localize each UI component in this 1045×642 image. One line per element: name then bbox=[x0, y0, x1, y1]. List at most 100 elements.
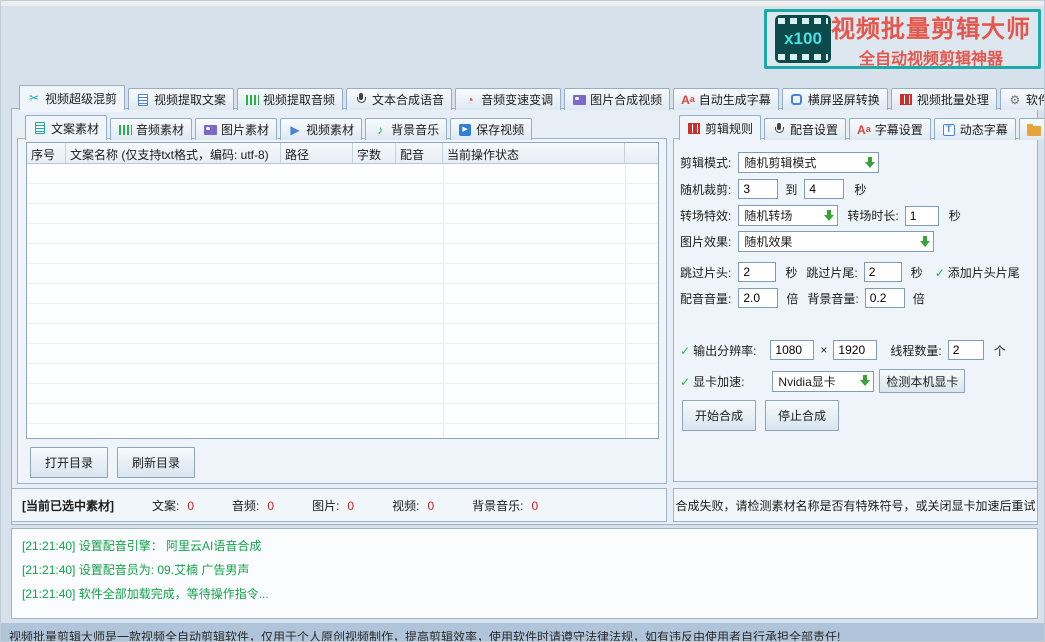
clip-mode-select[interactable]: 随机剪辑模式 bbox=[738, 152, 879, 173]
add-head-tail-checkbox[interactable]: ✓添加片头片尾 bbox=[935, 264, 1020, 281]
film-icon bbox=[687, 121, 701, 135]
random-crop-row: 随机裁剪: 到 秒 bbox=[680, 179, 1031, 199]
music-note-icon: ♪ bbox=[373, 123, 387, 137]
subtab-audio-materials[interactable]: 音频素材 bbox=[110, 118, 192, 140]
gear-icon: ⚙ bbox=[1008, 93, 1022, 107]
column-header-empty bbox=[625, 143, 658, 163]
folder-icon bbox=[1027, 123, 1041, 137]
column-header-wordcount: 字数 bbox=[353, 143, 396, 163]
tab-label: 图片合成视频 bbox=[590, 91, 662, 108]
tab-video-extract-audio[interactable]: 视频提取音频 bbox=[237, 88, 343, 110]
log-line: [21:21:40] 设置配音员为: 09.艾楠 广告男声 bbox=[22, 561, 1027, 578]
tab-label: 背景音乐 bbox=[391, 121, 439, 138]
tab-auto-subtitles[interactable]: Aa自动生成字幕 bbox=[673, 88, 779, 110]
refresh-dir-button[interactable]: 刷新目录 bbox=[117, 447, 195, 478]
checkmark-icon: ✓ bbox=[680, 375, 690, 389]
image-effect-value: 随机效果 bbox=[744, 233, 792, 250]
transition-row: 转场特效: 随机转场 转场时长: 秒 bbox=[680, 205, 1031, 226]
start-compose-button[interactable]: 开始合成 bbox=[682, 400, 756, 431]
res-width-input[interactable] bbox=[770, 340, 814, 360]
checkmark-icon: ✓ bbox=[935, 266, 945, 280]
detect-gpu-button[interactable]: 检测本机显卡 bbox=[879, 369, 965, 393]
subtab-image-materials[interactable]: 图片素材 bbox=[195, 118, 277, 140]
open-dir-button[interactable]: 打开目录 bbox=[30, 447, 108, 478]
tab-label: 横屏竖屏转换 bbox=[808, 91, 880, 108]
play-icon: ▶ bbox=[288, 123, 302, 137]
column-header-name: 文案名称 (仅支持txt格式，编码: utf-8) bbox=[66, 143, 281, 163]
times-unit: 倍 bbox=[913, 290, 925, 307]
log-area[interactable]: [21:21:40] 设置配音引擎： 阿里云AI语音合成 [21:21:40] … bbox=[11, 528, 1038, 619]
dub-volume-input[interactable] bbox=[738, 288, 778, 308]
stop-compose-button[interactable]: 停止合成 bbox=[765, 400, 839, 431]
tab-label: 配音设置 bbox=[790, 121, 838, 138]
count-value: 0 bbox=[427, 499, 434, 513]
tab-dub-settings[interactable]: 配音设置 bbox=[764, 118, 846, 140]
compose-status-box: 合成失败，请检测素材名称是否有特殊符号，或关闭显卡加速后重试 bbox=[673, 488, 1038, 522]
transition-length-input[interactable] bbox=[905, 206, 939, 226]
tab-video-super-mix[interactable]: ✂ 视频超级混剪 bbox=[19, 85, 125, 110]
transition-label: 转场特效: bbox=[680, 207, 731, 224]
image-effect-select[interactable]: 随机效果 bbox=[738, 231, 934, 252]
subtab-video-materials[interactable]: ▶视频素材 bbox=[280, 118, 362, 140]
tab-label: 剪辑规则 bbox=[705, 120, 753, 137]
count-value: 0 bbox=[347, 499, 354, 513]
table-header-row: 序号 文案名称 (仅支持txt格式，编码: utf-8) 路径 字数 配音 当前… bbox=[27, 143, 658, 164]
text-t-icon: T bbox=[942, 123, 956, 137]
subtab-save-video[interactable]: ▶保存视频 bbox=[450, 118, 532, 140]
tab-video-batch-process[interactable]: 视频批量处理 bbox=[891, 88, 997, 110]
tab-text-to-speech[interactable]: 文本合成语音 bbox=[346, 88, 452, 110]
column-header-path: 路径 bbox=[281, 143, 353, 163]
gauge-icon: ◔ bbox=[463, 93, 477, 107]
times-unit: 倍 bbox=[786, 290, 798, 307]
res-height-input[interactable] bbox=[833, 340, 877, 360]
column-header-index: 序号 bbox=[27, 143, 66, 163]
gpu-checkbox[interactable]: ✓显卡加速: bbox=[680, 373, 744, 390]
chevron-down-icon bbox=[822, 209, 835, 223]
tab-software-settings[interactable]: ⚙软件参数设置 bbox=[1000, 88, 1045, 110]
subtab-bg-music[interactable]: ♪ 背景音乐 bbox=[365, 118, 447, 140]
settings-tab-bar: 剪辑规则 配音设置 Aa字幕设置 T 动态字幕 素材目录 bbox=[679, 115, 1045, 140]
crop-max-input[interactable] bbox=[804, 179, 844, 199]
tab-label: 视频超级混剪 bbox=[45, 90, 117, 107]
table-body[interactable] bbox=[27, 164, 658, 438]
selected-count-video: 视频:0 bbox=[392, 497, 434, 514]
tab-material-dirs[interactable]: 素材目录 bbox=[1019, 118, 1045, 140]
scissors-icon: ✂ bbox=[27, 91, 41, 105]
tab-label: 视频提取文案 bbox=[154, 91, 226, 108]
image-icon bbox=[203, 123, 217, 137]
waveform-icon bbox=[245, 93, 259, 107]
transition-length-label: 转场时长: bbox=[847, 207, 898, 224]
skip-tail-input[interactable] bbox=[864, 262, 902, 282]
logo-text: 视频批量剪辑大师 全自动视频剪辑神器 bbox=[831, 9, 1031, 69]
waveform-icon bbox=[118, 123, 132, 137]
compose-buttons-row: 开始合成 停止合成 bbox=[680, 400, 1031, 431]
selected-materials-bar: [当前已选中素材] 文案:0 音频:0 图片:0 视频:0 背景音乐:0 bbox=[11, 488, 667, 522]
transition-value: 随机转场 bbox=[744, 207, 792, 224]
tab-edit-rules[interactable]: 剪辑规则 bbox=[679, 115, 761, 140]
threads-input[interactable] bbox=[948, 340, 984, 360]
clip-mode-row: 剪辑模式: 随机剪辑模式 bbox=[680, 152, 1031, 173]
transition-select[interactable]: 随机转场 bbox=[738, 205, 838, 226]
skip-head-label: 跳过片头: bbox=[680, 264, 731, 281]
text-materials-page: 序号 文案名称 (仅支持txt格式，编码: utf-8) 路径 字数 配音 当前… bbox=[17, 138, 667, 484]
tab-subtitle-settings[interactable]: Aa字幕设置 bbox=[849, 118, 931, 140]
tab-audio-speed-pitch[interactable]: ◔音频变速变调 bbox=[455, 88, 561, 110]
skip-head-input[interactable] bbox=[738, 262, 776, 282]
app-logo: x100 视频批量剪辑大师 全自动视频剪辑神器 bbox=[764, 9, 1041, 69]
resolution-checkbox[interactable]: ✓输出分辨率: bbox=[680, 342, 756, 359]
tab-video-extract-text[interactable]: 视频提取文案 bbox=[128, 88, 234, 110]
tab-label: 动态字幕 bbox=[960, 121, 1008, 138]
gpu-select[interactable]: Nvidia显卡 bbox=[772, 371, 874, 392]
tab-label: 文案素材 bbox=[51, 120, 99, 137]
crop-to-label: 到 bbox=[785, 181, 797, 198]
chevron-down-icon bbox=[918, 235, 931, 249]
tab-image-to-video[interactable]: 图片合成视频 bbox=[564, 88, 670, 110]
crop-min-input[interactable] bbox=[738, 179, 778, 199]
subtab-text-materials[interactable]: 文案素材 bbox=[25, 115, 107, 140]
bg-volume-input[interactable] bbox=[865, 288, 905, 308]
tab-dynamic-subtitles[interactable]: T 动态字幕 bbox=[934, 118, 1016, 140]
tab-orientation-convert[interactable]: 横屏竖屏转换 bbox=[782, 88, 888, 110]
selected-count-bgmusic: 背景音乐:0 bbox=[472, 497, 538, 514]
threads-label: 线程数量: bbox=[890, 342, 941, 359]
gpu-row: ✓显卡加速: Nvidia显卡 检测本机显卡 bbox=[680, 369, 1031, 393]
